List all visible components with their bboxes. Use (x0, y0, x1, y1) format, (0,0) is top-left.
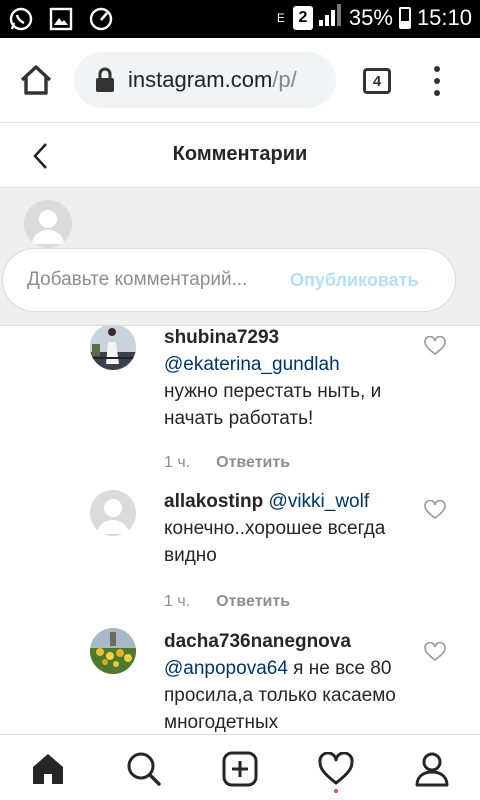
nav-profile[interactable] (412, 749, 452, 789)
search-icon (127, 752, 161, 786)
comment-time: 1 ч. (164, 593, 191, 610)
browser-toolbar: instagram.com/p/ 4 (0, 38, 480, 122)
reply-button[interactable]: Ответить (216, 454, 290, 472)
avatar[interactable] (90, 490, 136, 536)
nav-search[interactable] (124, 749, 164, 789)
comment-mention[interactable]: @vikki_wolf (269, 491, 370, 512)
browser-menu-button[interactable] (432, 66, 442, 96)
battery-percent: 35% (348, 5, 393, 30)
url-path: /p/ (272, 67, 297, 92)
page-header: Комментарии (0, 122, 480, 188)
activity-notification-dot (334, 789, 338, 793)
comment-mention[interactable]: @ekaterina_gundlah (164, 354, 340, 375)
speedometer-icon (88, 6, 114, 32)
comments-list: shubina7293 @ekaterina_gundlah нужно пер… (0, 326, 480, 734)
heart-outline-icon (424, 335, 446, 356)
publish-button[interactable]: Опубликовать (290, 270, 419, 291)
comment-username[interactable]: dacha736nanegnova (164, 628, 404, 655)
whatsapp-icon (8, 6, 34, 32)
clock: 15:10 (416, 5, 472, 30)
comment-message: нужно перестать ныть, и начать работать! (164, 381, 382, 429)
comment-message: конечно..хорошее всегда видно (164, 518, 386, 566)
address-bar[interactable]: instagram.com/p/ (74, 52, 336, 108)
menu-dot-icon (434, 90, 440, 96)
comment-mention[interactable]: @anpopova64 (164, 658, 288, 679)
default-avatar-icon (90, 490, 136, 536)
tab-switcher-button[interactable]: 4 (363, 68, 391, 94)
bottom-nav (0, 734, 480, 800)
battery-icon (398, 7, 411, 29)
page-title: Комментарии (172, 143, 308, 165)
heart-outline-icon (424, 499, 446, 520)
comment-field[interactable]: Опубликовать (2, 248, 456, 312)
current-user-avatar (24, 200, 72, 248)
comment-composer: Опубликовать (0, 188, 480, 326)
comment-username[interactable]: allakostinp (164, 491, 263, 512)
comment-text: dacha736nanegnova @anpopova64 я не все 8… (164, 628, 404, 734)
avatar[interactable] (90, 628, 136, 674)
nav-new-post[interactable] (220, 749, 260, 789)
nav-activity[interactable] (316, 749, 356, 789)
comment-time: 1 ч. (164, 454, 191, 471)
home-icon (33, 754, 63, 784)
profile-icon (415, 752, 449, 787)
user-photo-icon (90, 326, 136, 370)
comment-meta: 1 ч. Ответить (164, 593, 290, 611)
comment-text: shubina7293 @ekaterina_gundlah нужно пер… (164, 326, 404, 432)
url-host: instagram.com (128, 67, 273, 92)
like-comment-button[interactable] (424, 641, 446, 662)
sim-indicator: 2 (292, 6, 313, 30)
like-comment-button[interactable] (424, 499, 446, 520)
flowers-photo-icon (90, 628, 136, 674)
menu-dot-icon (434, 66, 440, 72)
heart-icon (318, 752, 354, 785)
comment-username[interactable]: shubina7293 (164, 326, 404, 351)
gallery-icon (48, 6, 74, 32)
home-outline-icon (20, 65, 52, 95)
new-post-icon (222, 751, 258, 787)
browser-home-button[interactable] (18, 62, 54, 98)
comment-input[interactable] (27, 269, 289, 291)
comment-meta: 1 ч. Ответить (164, 454, 290, 472)
network-type-indicator: E (276, 11, 285, 25)
lock-icon (96, 67, 114, 92)
signal-icon (318, 4, 343, 32)
menu-dot-icon (434, 78, 440, 84)
heart-outline-icon (424, 641, 446, 662)
status-bar: E 2 35% 15:10 (0, 0, 480, 38)
default-avatar-icon (24, 200, 72, 248)
comment-text: allakostinp @vikki_wolf конечно..хорошее… (164, 488, 404, 569)
reply-button[interactable]: Ответить (216, 593, 290, 611)
avatar[interactable] (90, 326, 136, 370)
like-comment-button[interactable] (424, 335, 446, 356)
url-text: instagram.com/p/ (128, 67, 297, 93)
nav-home[interactable] (28, 749, 68, 789)
